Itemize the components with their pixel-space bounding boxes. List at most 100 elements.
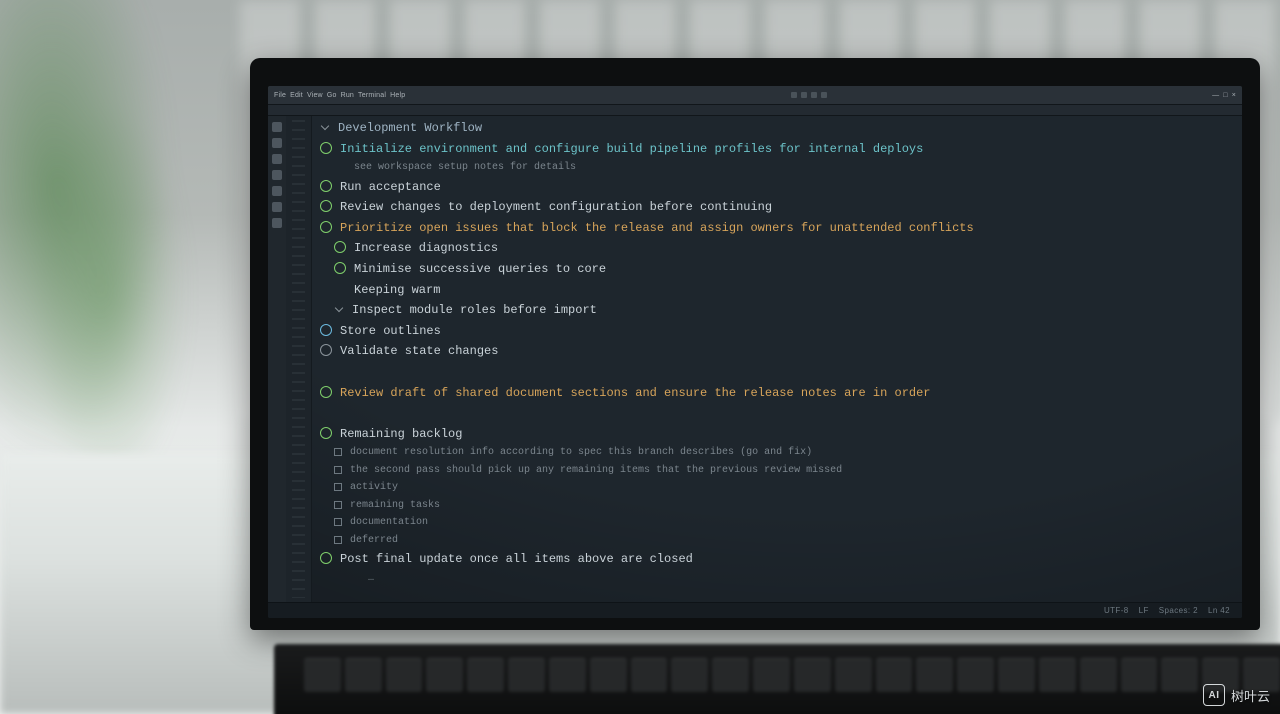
search-icon[interactable]: [272, 138, 282, 148]
line-text: Inspect module roles before import: [352, 301, 1232, 320]
line-text: the second pass should pick up any remai…: [350, 463, 1232, 479]
toolbar-pill-icon: [791, 92, 797, 98]
outline-item[interactable]: Store outlines: [320, 321, 1232, 342]
line-text: Minimise successive queries to core: [354, 260, 1232, 279]
bullet-open-icon: [320, 552, 332, 564]
line-text: …: [368, 571, 1232, 587]
outline-item[interactable]: Prioritize open issues that block the re…: [320, 218, 1232, 239]
line-text: Prioritize open issues that block the re…: [340, 219, 1232, 238]
bullet-neutral-icon: [320, 344, 332, 356]
settings-icon[interactable]: [272, 218, 282, 228]
outline-note[interactable]: …: [348, 570, 1232, 588]
status-cursor[interactable]: Ln 42: [1208, 606, 1230, 615]
outline-heading[interactable]: Development Workflow: [320, 118, 1232, 139]
checkbox-icon: [334, 448, 342, 456]
line-text: documentation: [350, 515, 1232, 531]
line-text: Store outlines: [340, 322, 1232, 341]
line-text: document resolution info according to sp…: [350, 445, 1232, 461]
outline-item[interactable]: Keeping warm: [334, 280, 1232, 301]
outline-note[interactable]: the second pass should pick up any remai…: [334, 462, 1232, 480]
outline-item[interactable]: Minimise successive queries to core: [334, 259, 1232, 280]
outline-item[interactable]: Remaining backlog: [320, 424, 1232, 445]
toolbar-pill-icon: [821, 92, 827, 98]
outline-item[interactable]: Inspect module roles before import: [334, 300, 1232, 321]
line-text: Initialize environment and configure bui…: [340, 140, 1232, 159]
watermark-text: 树叶云: [1231, 686, 1270, 705]
line-text: Remaining backlog: [340, 425, 1232, 444]
outline-note[interactable]: activity: [334, 479, 1232, 497]
scm-icon[interactable]: [272, 154, 282, 164]
outline-item[interactable]: Post final update once all items above a…: [320, 549, 1232, 570]
toolbar: [268, 104, 1242, 116]
outline-note[interactable]: document resolution info according to sp…: [334, 444, 1232, 462]
menu-item[interactable]: File: [274, 92, 286, 99]
checkbox-icon: [334, 501, 342, 509]
outline-item[interactable]: Run acceptance: [320, 177, 1232, 198]
files-icon[interactable]: [272, 122, 282, 132]
window-close-icon[interactable]: ×: [1232, 92, 1236, 99]
line-text: activity: [350, 480, 1232, 496]
outline-note[interactable]: see workspace setup notes for details: [334, 159, 1232, 177]
line-text: remaining tasks: [350, 498, 1232, 514]
ide-screen: File Edit View Go Run Terminal Help — □ …: [268, 86, 1242, 618]
line-text: Development Workflow: [338, 119, 1232, 138]
outline-item[interactable]: Initialize environment and configure bui…: [320, 139, 1232, 160]
menu-item[interactable]: View: [307, 92, 323, 99]
outline-note[interactable]: documentation: [334, 514, 1232, 532]
laptop-keyboard: [274, 644, 1280, 714]
menu-item[interactable]: Terminal: [358, 92, 386, 99]
bullet-open-icon: [334, 241, 346, 253]
bullet-open-icon: [320, 180, 332, 192]
outline-item[interactable]: Review changes to deployment configurati…: [320, 197, 1232, 218]
line-text: Increase diagnostics: [354, 239, 1232, 258]
checkbox-icon: [334, 483, 342, 491]
checkbox-icon: [334, 518, 342, 526]
line-text: Keeping warm: [354, 281, 1232, 300]
window-minimize-icon[interactable]: —: [1212, 92, 1219, 99]
outline-item[interactable]: Review draft of shared document sections…: [320, 383, 1232, 404]
menubar: File Edit View Go Run Terminal Help — □ …: [268, 86, 1242, 104]
bullet-closed-icon: [320, 324, 332, 336]
status-eol[interactable]: LF: [1139, 606, 1149, 615]
workarea: Development Workflow Initialize environme…: [268, 116, 1242, 602]
bullet-open-icon: [320, 221, 332, 233]
chevron-down-icon: [334, 305, 344, 315]
bullet-open-icon: [320, 142, 332, 154]
extensions-icon[interactable]: [272, 186, 282, 196]
outline-item[interactable]: Increase diagnostics: [334, 238, 1232, 259]
outline-note[interactable]: remaining tasks: [334, 497, 1232, 515]
debug-icon[interactable]: [272, 170, 282, 180]
checkbox-icon: [334, 466, 342, 474]
line-text: Post final update once all items above a…: [340, 550, 1232, 569]
line-text: Review changes to deployment configurati…: [340, 198, 1232, 217]
editor-pane[interactable]: Development Workflow Initialize environme…: [312, 116, 1242, 602]
status-bar: UTF-8 LF Spaces: 2 Ln 42: [268, 602, 1242, 618]
toolbar-pill-icon: [801, 92, 807, 98]
window-maximize-icon[interactable]: □: [1223, 92, 1227, 99]
bullet-open-icon: [334, 262, 346, 274]
bullet-open-icon: [320, 200, 332, 212]
outline-blank: [320, 362, 1232, 383]
outline-blank: [320, 403, 1232, 424]
outline-note[interactable]: deferred: [334, 532, 1232, 550]
laptop-frame: File Edit View Go Run Terminal Help — □ …: [250, 58, 1260, 630]
watermark: AI 树叶云: [1203, 684, 1270, 706]
outline-item[interactable]: Validate state changes: [320, 341, 1232, 362]
test-icon[interactable]: [272, 202, 282, 212]
menu-item[interactable]: Go: [327, 92, 337, 99]
status-encoding[interactable]: UTF-8: [1104, 606, 1129, 615]
line-text: see workspace setup notes for details: [354, 160, 1232, 176]
line-text: Validate state changes: [340, 342, 1232, 361]
bullet-open-icon: [320, 386, 332, 398]
menu-item[interactable]: Help: [390, 92, 405, 99]
menu-item[interactable]: Run: [341, 92, 354, 99]
line-text: Run acceptance: [340, 178, 1232, 197]
status-indent[interactable]: Spaces: 2: [1159, 606, 1198, 615]
bullet-open-icon: [320, 427, 332, 439]
checkbox-icon: [334, 536, 342, 544]
menu-item[interactable]: Edit: [290, 92, 303, 99]
activity-bar: [268, 116, 286, 602]
line-text: deferred: [350, 533, 1232, 549]
chevron-down-icon: [320, 123, 330, 133]
line-number-gutter: [286, 116, 312, 602]
